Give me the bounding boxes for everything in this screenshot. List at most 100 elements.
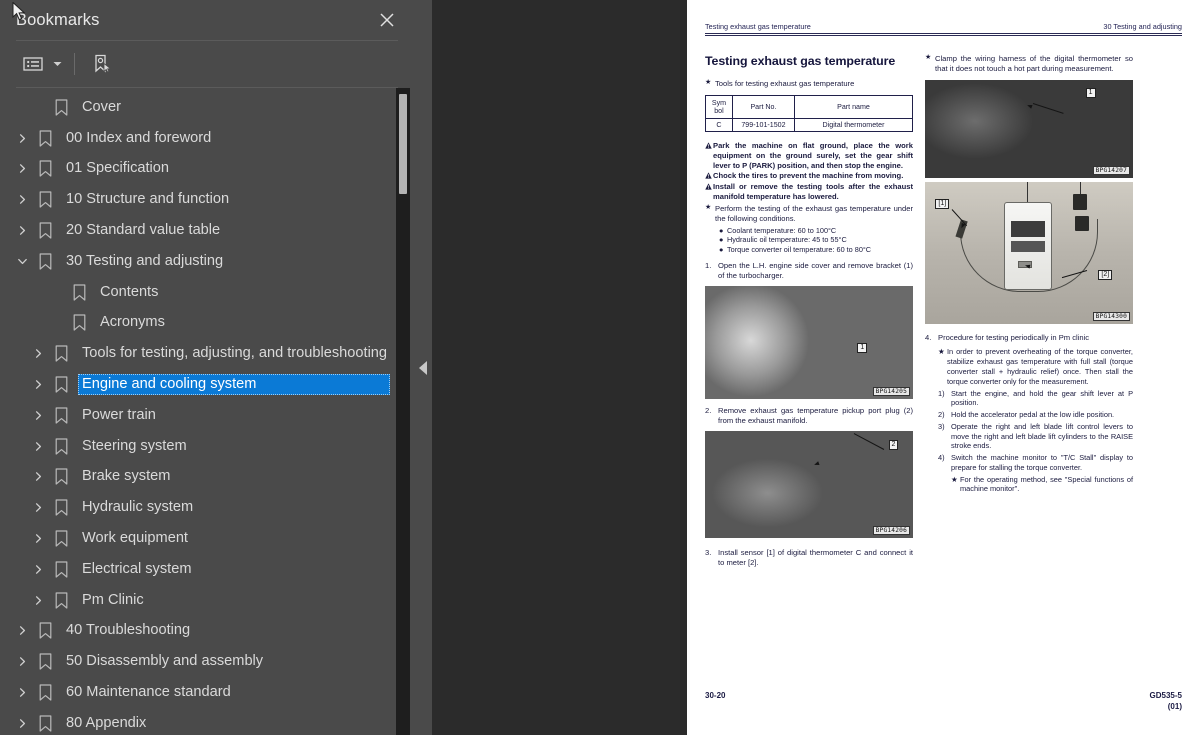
bookmark-icon	[34, 189, 56, 211]
figure-callout-left: [1]	[935, 198, 950, 209]
figure-callout: 2	[888, 440, 899, 451]
left-column: Testing exhaust gas temperature ★ Tools …	[705, 54, 913, 572]
chevron-right-icon[interactable]	[28, 436, 48, 456]
bookmark-icon	[50, 435, 72, 457]
bookmark-item-label: Power train	[82, 406, 156, 423]
clamp-note: ★ Clamp the wiring harness of the digita…	[925, 54, 1133, 73]
thermometer-display	[1010, 221, 1046, 237]
cell-partname: Digital thermometer	[794, 117, 913, 132]
chevron-right-icon[interactable]	[28, 344, 48, 364]
bookmark-item-label: 60 Maintenance standard	[66, 684, 231, 701]
bookmark-icon	[50, 343, 72, 365]
bookmark-item-label: Pm Clinic	[82, 591, 144, 608]
chevron-right-icon[interactable]	[28, 529, 48, 549]
chevron-right-icon[interactable]	[12, 713, 32, 733]
bookmark-item[interactable]: Cover	[0, 92, 414, 123]
bookmark-item[interactable]: Brake system	[0, 462, 414, 493]
warning-item: Chock the tires to prevent the machine f…	[705, 171, 913, 181]
step-item: 2. Remove exhaust gas temperature pickup…	[705, 406, 913, 426]
chevron-down-icon[interactable]	[50, 50, 64, 78]
chevron-right-icon[interactable]	[12, 221, 32, 241]
bookmark-item-label: Tools for testing, adjusting, and troubl…	[82, 345, 388, 362]
chevron-right-icon[interactable]	[28, 467, 48, 487]
chevron-right-icon[interactable]	[28, 559, 48, 579]
bookmark-item-label: Cover	[82, 98, 121, 115]
bookmark-icon	[68, 281, 90, 303]
bookmark-item[interactable]: 01 Specification	[0, 154, 414, 185]
star-icon: ★	[705, 79, 712, 87]
chevron-right-icon[interactable]	[28, 375, 48, 395]
chevron-right-icon[interactable]	[12, 159, 32, 179]
chevron-right-icon[interactable]	[28, 590, 48, 610]
bookmark-item[interactable]: 00 Index and foreword	[0, 123, 414, 154]
chevron-right-icon[interactable]	[12, 128, 32, 148]
bookmark-item-label: Hydraulic system	[82, 499, 194, 516]
bookmark-item[interactable]: 40 Troubleshooting	[0, 616, 414, 647]
bookmark-item[interactable]: 50 Disassembly and assembly	[0, 646, 414, 677]
chevron-right-icon[interactable]	[12, 683, 32, 703]
close-icon[interactable]	[376, 9, 398, 31]
bookmark-item[interactable]: Engine and cooling system	[0, 369, 414, 400]
chevron-right-icon[interactable]	[12, 621, 32, 641]
step4-star-note-text: In order to prevent overheating of the t…	[947, 347, 1133, 386]
figure-callout: 1	[1085, 88, 1096, 99]
col-symbol-header: Sym bol	[705, 94, 733, 119]
bookmark-item-label: 80 Appendix	[66, 714, 147, 731]
bookmark-item[interactable]: Power train	[0, 400, 414, 431]
pdf-page: Testing exhaust gas temperature 30 Testi…	[687, 0, 1200, 735]
scrollbar-thumb[interactable]	[399, 94, 407, 194]
bookmark-item[interactable]: 10 Structure and function	[0, 184, 414, 215]
chevron-right-icon[interactable]	[28, 405, 48, 425]
warning-item: Park the machine on flat ground, place t…	[705, 141, 913, 171]
warning-text: Chock the tires to prevent the machine f…	[713, 171, 904, 181]
bookmark-item[interactable]: 60 Maintenance standard	[0, 677, 414, 708]
triangle-left-icon	[419, 360, 427, 375]
new-bookmark-icon[interactable]	[85, 50, 119, 78]
bookmark-icon	[50, 497, 72, 519]
bookmark-item[interactable]: Hydraulic system	[0, 492, 414, 523]
bookmark-item[interactable]: Electrical system	[0, 554, 414, 585]
bookmark-item[interactable]: Contents	[0, 277, 414, 308]
bookmark-icon	[34, 220, 56, 242]
bookmark-item[interactable]: 80 Appendix	[0, 708, 414, 735]
star-icon: ★	[938, 347, 945, 357]
chevron-right-icon[interactable]	[28, 498, 48, 518]
chevron-down-icon[interactable]	[12, 251, 32, 271]
chevron-right-icon[interactable]	[12, 652, 32, 672]
figure-turbocharger: 1 BPG14205	[705, 286, 913, 400]
bookmark-item[interactable]: 20 Standard value table	[0, 215, 414, 246]
tools-heading: ★ Tools for testing exhaust gas temperat…	[705, 79, 913, 89]
substep-item: 2) Hold the accelerator pedal at the low…	[938, 410, 1133, 420]
bookmarks-list[interactable]: Cover 00 Index and foreword 01 Specificati…	[0, 88, 414, 735]
bullet-icon: ●	[719, 235, 724, 245]
bookmark-item[interactable]: Steering system	[0, 431, 414, 462]
bookmark-item[interactable]: Work equipment	[0, 523, 414, 554]
thermometer-label-band	[1010, 241, 1046, 252]
panel-collapse-handle[interactable]	[414, 0, 432, 735]
bookmarks-scrollbar[interactable]	[396, 88, 410, 735]
step-text: Open the L.H. engine side cover and remo…	[718, 261, 913, 281]
step4-item: 4. Procedure for testing periodically in…	[925, 333, 1133, 343]
bookmark-icon	[50, 96, 72, 118]
warning-triangle-icon	[705, 142, 713, 172]
bookmark-item[interactable]: 30 Testing and adjusting	[0, 246, 414, 277]
substep-number: 3)	[938, 421, 945, 431]
bookmark-item[interactable]: Pm Clinic	[0, 585, 414, 616]
figure-tag: BPG14206	[872, 525, 910, 535]
header-rule-thin	[705, 35, 1182, 37]
list-options-icon[interactable]	[16, 50, 50, 78]
bookmark-item-label: 10 Structure and function	[66, 191, 230, 208]
substep-item: 3) Operate the right and left blade lift…	[938, 422, 1133, 451]
bookmark-icon	[50, 528, 72, 550]
bullet-icon: ●	[719, 225, 724, 235]
bookmark-icon	[68, 312, 90, 334]
bookmark-icon	[34, 712, 56, 734]
bookmarks-panel-header: Bookmarks	[0, 0, 414, 40]
bookmark-item[interactable]: Acronyms	[0, 308, 414, 339]
conditions-intro-text: Perform the testing of the exhaust gas t…	[715, 204, 913, 223]
figure-callout-right: [2]	[1098, 269, 1113, 280]
chevron-right-icon[interactable]	[12, 190, 32, 210]
bookmark-icon	[50, 404, 72, 426]
pdf-viewer-area[interactable]: Testing exhaust gas temperature 30 Testi…	[432, 0, 1200, 735]
bookmark-item[interactable]: Tools for testing, adjusting, and troubl…	[0, 338, 414, 369]
